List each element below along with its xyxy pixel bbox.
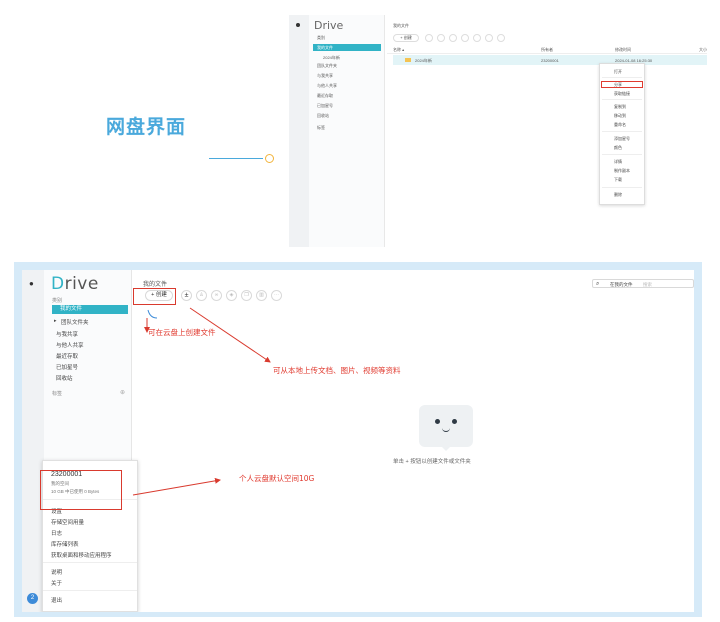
cursor-hint xyxy=(147,309,158,319)
quota-arrow xyxy=(132,477,221,496)
annotation-arrows xyxy=(132,307,271,496)
annotation-quota: 个人云盘默认空间10G xyxy=(239,474,315,483)
annotation-upload: 可从本地上传文档、图片、视频等资料 xyxy=(273,366,401,375)
annotation-create: 可在云盘上创建文件 xyxy=(148,328,216,337)
